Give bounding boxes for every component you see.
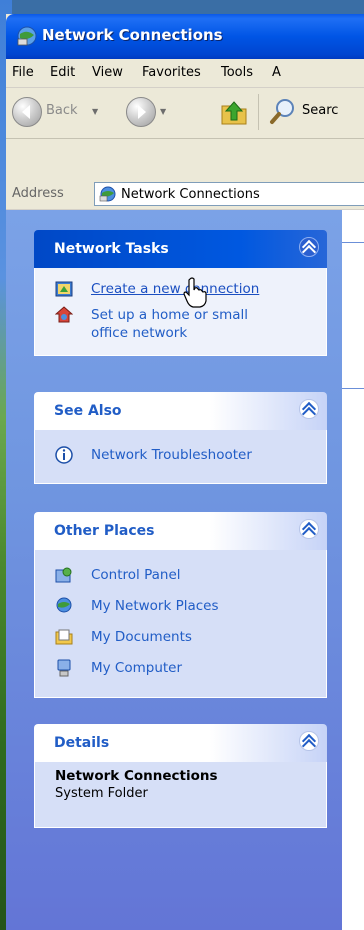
details-header[interactable]: Details [34,724,327,762]
collapse-icon[interactable] [299,519,319,542]
collapse-icon[interactable] [299,237,319,260]
content-divider [342,242,364,243]
menu-bar: File Edit View Favorites Tools A [6,59,364,88]
back-button[interactable]: Back ▼ [12,97,122,127]
task-label[interactable]: My Network Places [91,597,219,615]
menu-file[interactable]: File [12,65,34,80]
new-connection-icon [55,281,73,297]
explorer-window: Network Connections File Edit View Favor… [6,14,364,930]
up-folder-icon[interactable] [218,96,250,128]
title-bar[interactable]: Network Connections [6,14,364,59]
other-places-panel: Other Places Control Panel My Network Pl… [34,512,327,698]
see-also-header[interactable]: See Also [34,392,327,430]
task-label[interactable]: Create a new connection [91,280,259,298]
place-control-panel[interactable]: Control Panel [35,564,326,595]
details-panel: Details Network Connections System Folde… [34,724,327,828]
task-label[interactable]: My Computer [91,659,182,677]
network-tasks-panel: Network Tasks Create a new connection Se… [34,230,327,356]
menu-help[interactable]: A [272,65,281,80]
back-dropdown-icon[interactable]: ▼ [92,107,98,116]
address-label: Address [12,186,64,201]
address-bar: Address Network Connections [6,179,364,210]
network-connections-icon [99,186,116,202]
menu-view[interactable]: View [92,65,123,80]
address-value: Network Connections [121,187,260,202]
toolbar-separator [258,94,259,130]
task-label[interactable]: My Documents [91,628,192,646]
back-arrow-icon [12,97,42,127]
panel-title: Other Places [54,523,155,539]
panel-title: See Also [54,403,122,419]
other-places-body: Control Panel My Network Places My Docum… [34,550,327,698]
see-also-body: Network Troubleshooter [34,430,327,484]
control-panel-icon [55,567,72,583]
place-network-places[interactable]: My Network Places [35,595,326,626]
task-home-network[interactable]: Set up a home or small office network [35,304,326,348]
search-button[interactable]: Searc [268,96,364,128]
address-field[interactable]: Network Connections [94,182,364,206]
panel-title: Details [54,735,110,751]
task-label[interactable]: Network Troubleshooter [91,446,252,464]
task-label[interactable]: Control Panel [91,566,181,584]
network-places-icon [56,597,72,613]
network-tasks-header[interactable]: Network Tasks [34,230,327,268]
network-tasks-body: Create a new connection Set up a home or… [34,268,327,356]
toolbar-spacer [6,139,364,179]
menu-tools[interactable]: Tools [221,65,253,80]
details-type: System Folder [55,786,148,801]
back-label: Back [46,103,78,118]
documents-icon [55,629,73,645]
content-divider [342,388,364,389]
task-pane: Network Tasks Create a new connection Se… [6,210,342,930]
menu-favorites[interactable]: Favorites [142,65,201,80]
computer-icon [57,659,71,677]
details-name: Network Connections [55,768,218,784]
collapse-icon[interactable] [299,731,319,754]
task-create-connection[interactable]: Create a new connection [35,278,326,304]
content-area [342,210,364,930]
details-body: Network Connections System Folder [34,762,327,828]
home-network-icon [55,306,73,323]
search-icon [270,99,294,124]
hand-cursor-icon [183,277,207,308]
other-places-header[interactable]: Other Places [34,512,327,550]
task-troubleshooter[interactable]: Network Troubleshooter [35,444,326,470]
task-label[interactable]: Set up a home or small office network [91,306,271,342]
place-my-computer[interactable]: My Computer [35,657,326,688]
toolbar: Back ▼ ▼ Searc [6,88,364,139]
forward-dropdown-icon[interactable]: ▼ [160,107,166,116]
panel-title: Network Tasks [54,241,169,257]
info-icon [55,446,73,464]
collapse-icon[interactable] [299,399,319,422]
search-label: Searc [302,103,339,118]
place-documents[interactable]: My Documents [35,626,326,657]
forward-button[interactable]: ▼ [126,97,186,127]
menu-edit[interactable]: Edit [50,65,75,80]
window-title: Network Connections [42,26,223,44]
forward-arrow-icon [126,97,156,127]
see-also-panel: See Also Network Troubleshooter [34,392,327,484]
network-connections-icon [17,26,37,46]
